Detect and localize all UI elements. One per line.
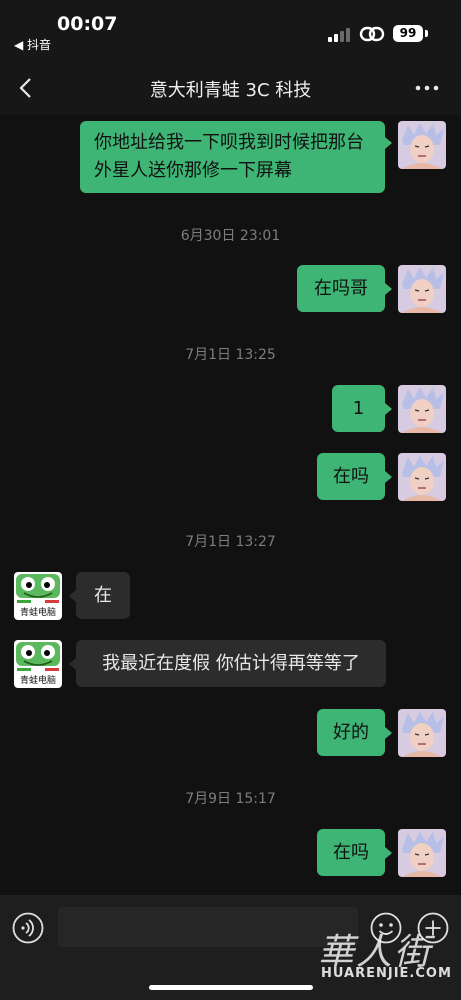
timestamp: 7月9日 15:17 [185,791,276,807]
svg-text:青蛙电脑: 青蛙电脑 [20,674,56,686]
battery-icon: 99 [393,25,423,42]
svg-text:青蛙电脑: 青蛙电脑 [20,606,56,618]
my-avatar[interactable] [398,265,446,313]
my-avatar[interactable] [398,829,446,877]
timestamp: 7月1日 13:25 [185,347,276,363]
anime-face-icon [398,829,446,877]
more-options-icon[interactable] [412,78,442,98]
anime-face-icon [398,121,446,169]
message-bubble-mine[interactable]: 在吗哥 [297,265,385,312]
message-bubble-mine[interactable]: 在吗 [317,453,385,500]
chat-header: 意大利青蛙 3C 科技 [0,60,461,115]
voice-icon[interactable] [12,912,44,944]
anime-face-icon [398,385,446,433]
frog-logo-icon: 青蛙电脑 [14,640,62,688]
anime-face-icon [398,709,446,757]
message-bubble-mine[interactable]: 你地址给我一下呗我到时候把那台外星人送你那修一下屏幕 [80,121,385,193]
message-input[interactable] [58,907,358,947]
frog-logo-icon: 青蛙电脑 [14,572,62,620]
timestamp: 7月1日 13:27 [185,534,276,550]
my-avatar[interactable] [398,385,446,433]
message-list[interactable]: 你地址给我一下呗我到时候把那台外星人送你那修一下屏幕 6月30日 23:01 在… [0,115,461,895]
message-bubble-mine[interactable]: 1 [332,385,385,432]
message-bubble-mine[interactable]: 好的 [317,709,385,756]
signal-icon [328,27,352,42]
status-time: 00:07 [57,13,118,35]
message-bubble-other[interactable]: 我最近在度假 你估计得再等等了 [76,640,386,687]
contact-avatar[interactable]: 青蛙电脑 [14,640,62,688]
my-avatar[interactable] [398,709,446,757]
hotspot-link-icon [359,26,385,42]
my-avatar[interactable] [398,121,446,169]
anime-face-icon [398,265,446,313]
anime-face-icon [398,453,446,501]
back-to-app-link[interactable]: ◀ 抖音 [14,36,51,53]
message-bubble-other[interactable]: 在 [76,572,130,619]
battery-tip [425,30,428,37]
my-avatar[interactable] [398,453,446,501]
watermark-text: HUARENJIE.COM [321,966,452,981]
message-bubble-mine[interactable]: 在吗 [317,829,385,876]
status-bar: 00:07 ◀ 抖音 99 [0,0,461,60]
contact-avatar[interactable]: 青蛙电脑 [14,572,62,620]
timestamp: 6月30日 23:01 [180,228,281,244]
chat-title: 意大利青蛙 3C 科技 [149,80,312,101]
home-indicator[interactable] [149,985,313,990]
